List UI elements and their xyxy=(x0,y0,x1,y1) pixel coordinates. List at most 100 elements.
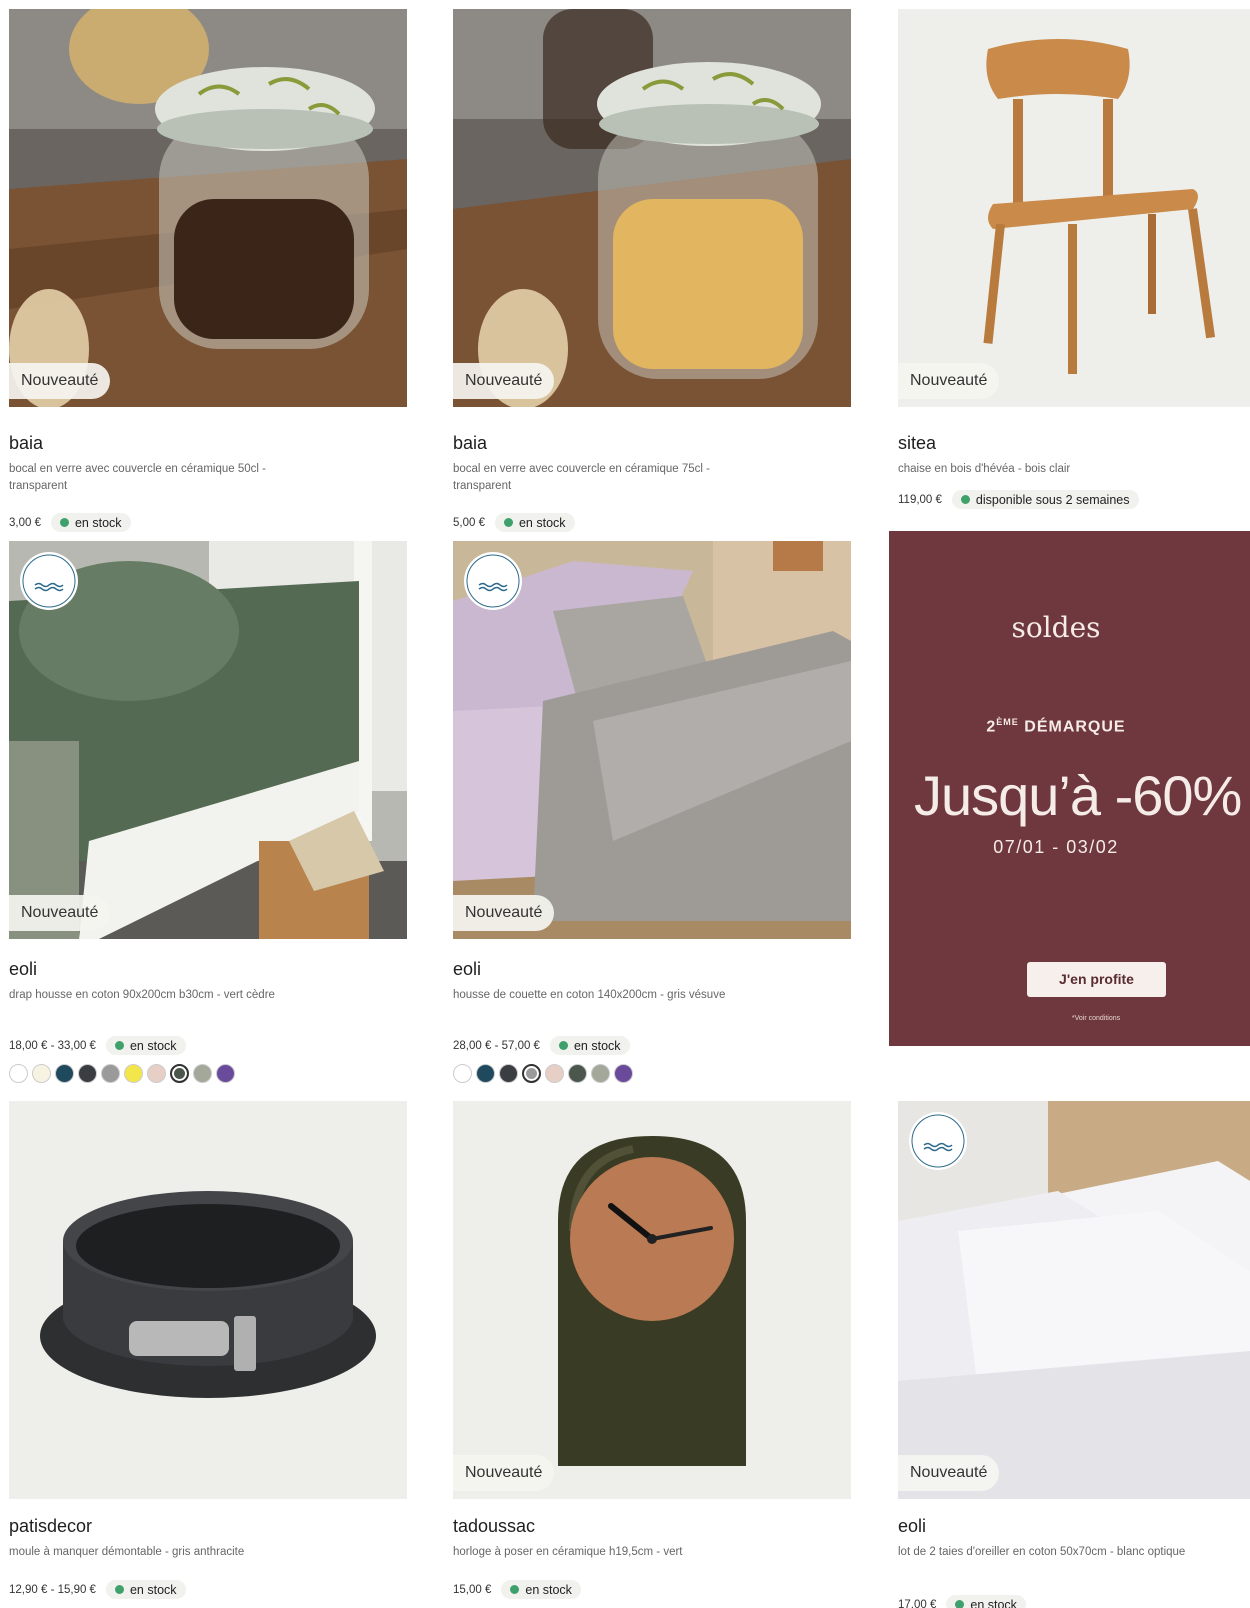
product-price: 18,00 € - 33,00 € xyxy=(9,1039,96,1052)
color-swatch[interactable] xyxy=(170,1064,189,1083)
product-description: moule à manquer démontable - gris anthra… xyxy=(9,1546,245,1558)
color-swatch[interactable] xyxy=(216,1064,235,1083)
color-swatch[interactable] xyxy=(568,1064,587,1083)
new-badge: Nouveauté xyxy=(453,1455,555,1491)
stock-label: en stock xyxy=(525,1582,572,1597)
product-name[interactable]: eoli xyxy=(9,959,37,980)
stock-dot-icon xyxy=(503,518,513,527)
stock-dot-icon xyxy=(558,1041,568,1050)
product-price: 15,00 € xyxy=(453,1583,492,1596)
new-badge: Nouveauté xyxy=(453,895,555,931)
color-swatch[interactable] xyxy=(522,1064,541,1083)
product-name[interactable]: baia xyxy=(9,433,43,454)
stock-label: en stock xyxy=(970,1597,1017,1608)
product-description: bocal en verre avec couvercle en céramiq… xyxy=(9,463,266,492)
product-price: 119,00 € xyxy=(898,493,942,506)
product-name[interactable]: baia xyxy=(453,433,487,454)
price-row: 3,00 € en stock xyxy=(9,513,131,532)
made-in-mediterranean-seal xyxy=(908,1111,968,1171)
promo-headline: Jusqu’à -60% xyxy=(914,764,1242,827)
stock-dot-icon xyxy=(114,1585,124,1594)
color-swatch[interactable] xyxy=(193,1064,212,1083)
product-image[interactable]: Nouveauté xyxy=(453,541,851,939)
product-price: 28,00 € - 57,00 € xyxy=(453,1039,540,1052)
color-swatch[interactable] xyxy=(9,1064,28,1083)
stock-label: en stock xyxy=(518,515,566,530)
cake-pan-image xyxy=(9,1101,407,1499)
product-name[interactable]: tadoussac xyxy=(453,1516,535,1537)
product-description: drap housse en coton 90x200cm b30cm - ve… xyxy=(9,989,275,1001)
product-description: housse de couette en coton 140x200cm - g… xyxy=(453,989,726,1001)
product-image[interactable]: Nouveauté xyxy=(453,9,851,407)
color-swatch[interactable] xyxy=(614,1064,633,1083)
product-price: 3,00 € xyxy=(9,516,41,529)
stock-dot-icon xyxy=(510,1585,520,1594)
promo-cta-button[interactable]: J'en profite xyxy=(1027,962,1166,997)
stock-label: en stock xyxy=(129,1038,177,1053)
new-badge: Nouveauté xyxy=(9,895,111,931)
stock-dot-icon xyxy=(960,495,970,504)
product-image[interactable] xyxy=(9,1101,407,1499)
product-image[interactable]: Nouveauté xyxy=(9,541,407,939)
jar-pasta-image xyxy=(453,9,851,407)
product-description: horloge à poser en céramique h19,5cm - v… xyxy=(453,1546,683,1558)
stock-dot-icon xyxy=(955,1600,965,1608)
new-badge: Nouveauté xyxy=(453,363,555,399)
color-swatches xyxy=(9,1064,235,1083)
color-swatch[interactable] xyxy=(147,1064,166,1083)
color-swatch[interactable] xyxy=(545,1064,564,1083)
made-in-mediterranean-seal xyxy=(463,551,523,611)
promo-demarque: 2ÈME DÉMARQUE xyxy=(986,717,1125,736)
stock-label: en stock xyxy=(573,1038,621,1053)
demarque-number: 2 xyxy=(986,718,997,736)
stock-badge: en stock xyxy=(501,1580,581,1599)
price-row: 15,00 € en stock xyxy=(453,1580,581,1599)
price-row: 28,00 € - 57,00 € en stock xyxy=(453,1036,630,1055)
stock-badge: disponible sous 2 semaines xyxy=(951,490,1139,509)
stock-dot-icon xyxy=(114,1041,124,1050)
stock-dot-icon xyxy=(59,518,69,527)
product-image[interactable]: Nouveauté xyxy=(9,9,407,407)
product-image[interactable]: Nouveauté xyxy=(898,9,1250,407)
color-swatch[interactable] xyxy=(124,1064,143,1083)
price-row: 5,00 € en stock xyxy=(453,513,575,532)
product-name[interactable]: sitea xyxy=(898,433,936,454)
product-price: 5,00 € xyxy=(453,516,485,529)
product-name[interactable]: eoli xyxy=(898,1516,926,1537)
price-row: 119,00 € disponible sous 2 semaines xyxy=(898,490,1139,509)
jar-coffee-image xyxy=(9,9,407,407)
stock-badge: en stock xyxy=(105,1036,186,1055)
promo-soldes-title: soldes xyxy=(1011,611,1101,644)
new-badge: Nouveauté xyxy=(898,363,1000,399)
stock-badge: en stock xyxy=(50,513,131,532)
promo-conditions-link[interactable]: *Voir conditions xyxy=(1072,1015,1120,1022)
promo-dates: 07/01 - 03/02 xyxy=(993,837,1119,857)
color-swatch[interactable] xyxy=(453,1064,472,1083)
product-price: 17,00 € xyxy=(898,1598,937,1608)
color-swatch[interactable] xyxy=(476,1064,495,1083)
demarque-text: DÉMARQUE xyxy=(1018,718,1126,736)
sales-promo-banner[interactable]: soldes 2ÈME DÉMARQUE Jusqu’à -60% 07/01 … xyxy=(889,531,1250,1046)
product-image[interactable]: Nouveauté xyxy=(898,1101,1250,1499)
stock-label: disponible sous 2 semaines xyxy=(975,492,1130,507)
stock-label: en stock xyxy=(74,515,122,530)
stock-badge: en stock xyxy=(494,513,575,532)
color-swatch[interactable] xyxy=(101,1064,120,1083)
made-in-mediterranean-seal xyxy=(19,551,79,611)
new-badge: Nouveauté xyxy=(9,363,111,399)
new-badge: Nouveauté xyxy=(898,1455,1000,1491)
color-swatch[interactable] xyxy=(32,1064,51,1083)
color-swatch[interactable] xyxy=(78,1064,97,1083)
color-swatch[interactable] xyxy=(499,1064,518,1083)
clock-image xyxy=(453,1101,851,1499)
stock-badge: en stock xyxy=(105,1580,186,1599)
stock-label: en stock xyxy=(129,1582,177,1597)
price-row: 12,90 € - 15,90 € en stock xyxy=(9,1580,186,1599)
color-swatch[interactable] xyxy=(55,1064,74,1083)
product-description: chaise en bois d'hévéa - bois clair xyxy=(898,463,1071,475)
price-row: 18,00 € - 33,00 € en stock xyxy=(9,1036,186,1055)
product-image[interactable]: Nouveauté xyxy=(453,1101,851,1499)
product-name[interactable]: patisdecor xyxy=(9,1516,92,1537)
product-name[interactable]: eoli xyxy=(453,959,481,980)
color-swatch[interactable] xyxy=(591,1064,610,1083)
